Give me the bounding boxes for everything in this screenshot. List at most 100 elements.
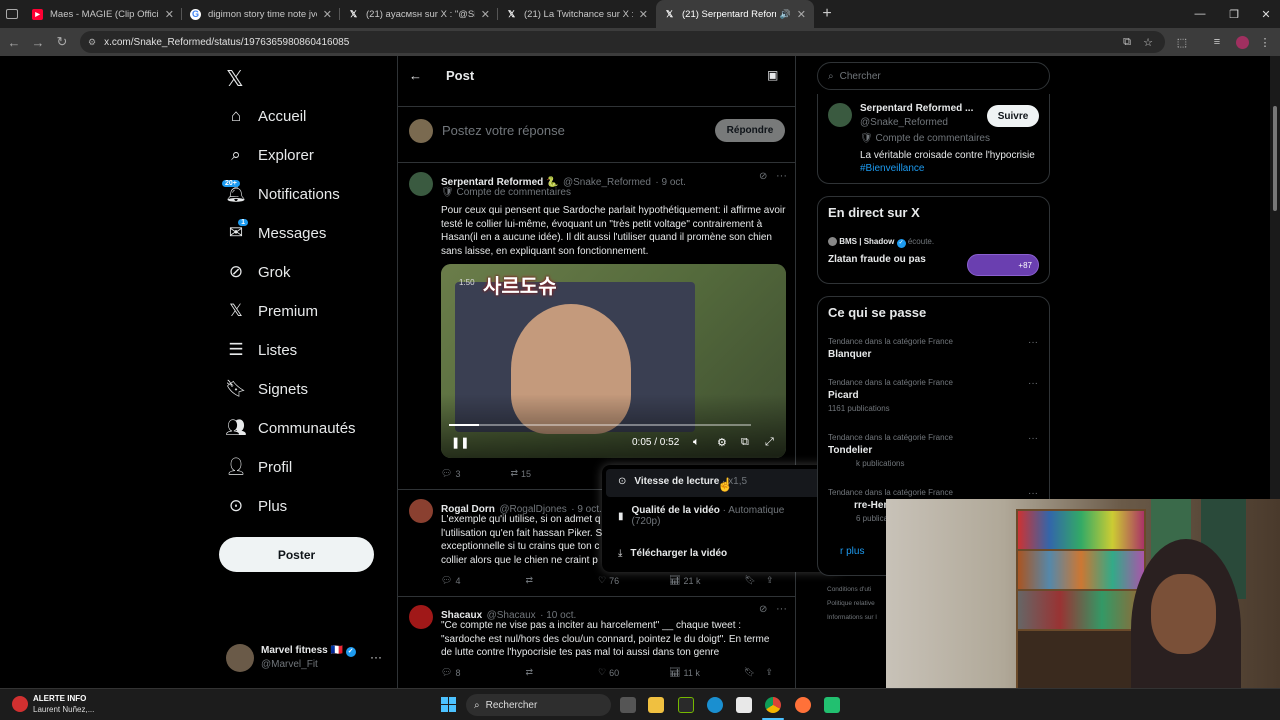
- close-tab-icon[interactable]: ✕: [165, 8, 174, 21]
- pause-icon[interactable]: ❚❚: [451, 436, 469, 449]
- taskbar-search[interactable]: ⌕ Rechercher: [466, 694, 611, 716]
- pip-icon[interactable]: ⧉: [741, 436, 749, 449]
- trend-more-icon[interactable]: ···: [1028, 378, 1038, 389]
- tab-search-icon[interactable]: [0, 0, 24, 28]
- audio-icon[interactable]: 🔊: [780, 9, 791, 20]
- nav-grok[interactable]: ⊘ Grok: [224, 257, 291, 287]
- browser-tab[interactable]: 𝕏(21) ayacмsн sur X : "@SindyO✕: [340, 0, 498, 28]
- bookmark-star-icon[interactable]: ☆: [1140, 34, 1156, 50]
- reply-input[interactable]: Postez votre réponse: [442, 123, 565, 138]
- close-window-button[interactable]: ✕: [1249, 0, 1280, 28]
- settings-icon[interactable]: ⚙: [717, 436, 727, 449]
- edge-icon[interactable]: [707, 697, 723, 713]
- tweet-avatar[interactable]: [409, 605, 433, 629]
- views-icon[interactable]: 📊︎ 11 k: [669, 667, 700, 678]
- account-menu-icon[interactable]: ···: [370, 650, 382, 664]
- nav-messages[interactable]: ✉ 1 Messages: [224, 218, 326, 248]
- news-alert-title[interactable]: ALERTE INFO: [33, 694, 86, 703]
- reply-button[interactable]: Répondre: [715, 119, 785, 142]
- nav-listes[interactable]: ☰ Listes: [224, 335, 297, 365]
- bookmark-icon[interactable]: 🔖︎: [744, 667, 755, 678]
- tweet-avatar[interactable]: [409, 172, 433, 196]
- like-icon[interactable]: ♡ 76: [598, 575, 619, 586]
- close-tab-icon[interactable]: ✕: [323, 8, 332, 21]
- site-info-icon[interactable]: ⚙: [88, 37, 96, 48]
- fullscreen-icon[interactable]: ⤢: [765, 436, 774, 449]
- windows-start-icon[interactable]: [441, 697, 457, 713]
- store-icon[interactable]: [736, 697, 752, 713]
- close-tab-icon[interactable]: ✕: [639, 8, 648, 21]
- live-topic[interactable]: Zlatan fraude ou pas: [828, 254, 926, 265]
- minimize-button[interactable]: —: [1183, 0, 1217, 28]
- account-avatar[interactable]: [226, 644, 254, 672]
- firefox-icon[interactable]: [795, 697, 811, 713]
- share-icon[interactable]: ⇪: [765, 667, 773, 678]
- browser-tab[interactable]: 𝕏(21) La Twitchance sur X : "SQU✕: [498, 0, 656, 28]
- task-view-icon[interactable]: [620, 697, 636, 713]
- app-icon[interactable]: [824, 697, 840, 713]
- footer-link[interactable]: Conditions d'uti: [827, 583, 877, 597]
- trend-more-icon[interactable]: ···: [1028, 337, 1038, 348]
- tweet-more-icon[interactable]: ···: [776, 170, 787, 182]
- install-app-icon[interactable]: ⧉: [1119, 34, 1135, 50]
- chrome-icon[interactable]: [765, 697, 781, 713]
- follow-button[interactable]: Suivre: [987, 105, 1039, 127]
- close-tab-icon[interactable]: ✕: [481, 8, 490, 21]
- url-field[interactable]: ⚙ x.com/Snake_Reformed/status/1976365980…: [80, 31, 1165, 53]
- reply-icon[interactable]: 💬︎ 3: [441, 468, 460, 479]
- browser-tab[interactable]: ▶Maes - MAGIE (Clip Officiel) - Y✕: [24, 0, 182, 28]
- tweet-handle[interactable]: @Snake_Reformed: [563, 177, 651, 188]
- nav-accueil[interactable]: ⌂ Accueil: [224, 101, 307, 131]
- back-arrow-icon[interactable]: ←: [409, 68, 422, 83]
- tweet-date[interactable]: · 9 oct.: [655, 177, 686, 188]
- reply-icon[interactable]: 💬︎ 8: [441, 667, 460, 678]
- nav-communautes[interactable]: 👥︎ Communautés: [224, 413, 355, 443]
- menu-item-video-quality[interactable]: ▮ Qualité de la vidéo · Automatique (720p): [618, 505, 838, 527]
- nav-explorer[interactable]: ⌕ Explorer: [224, 140, 314, 170]
- grok-explain-icon[interactable]: ⊘: [759, 171, 767, 182]
- reload-button[interactable]: ↻: [50, 30, 74, 54]
- repost-icon[interactable]: ⇄: [525, 667, 533, 678]
- back-button[interactable]: ←: [2, 30, 26, 54]
- x-logo[interactable]: 𝕏: [226, 66, 244, 92]
- maximize-button[interactable]: ❐: [1217, 0, 1251, 28]
- show-more-link[interactable]: r plus: [840, 546, 864, 557]
- trend-item[interactable]: Tendance dans la catégorie France Blanque…: [828, 337, 1048, 360]
- trend-item[interactable]: Tendance dans la catégorie France Tondeli…: [828, 433, 1048, 468]
- footer-link[interactable]: Politique relative: [827, 597, 877, 611]
- profile-avatar[interactable]: [828, 103, 852, 127]
- bookmark-icon[interactable]: 🔖︎: [745, 575, 756, 586]
- volume-icon[interactable]: 🔈︎: [693, 436, 700, 449]
- reply-icon[interactable]: 💬︎ 4: [441, 575, 460, 586]
- live-listeners[interactable]: +87: [967, 254, 1039, 276]
- repost-icon[interactable]: ⇄: [525, 575, 533, 586]
- trend-item[interactable]: Tendance dans la catégorie France Picard 1…: [828, 378, 1048, 413]
- reader-icon[interactable]: ▣: [767, 68, 778, 82]
- share-icon[interactable]: ⇪: [766, 575, 774, 586]
- browser-tab-active[interactable]: 𝕏(21) Serpentard Reformed🔊✕: [656, 0, 814, 28]
- news-alert-subtitle[interactable]: Laurent Nuñez,...: [33, 705, 94, 714]
- profile-avatar-icon[interactable]: [1234, 34, 1250, 50]
- extensions-icon[interactable]: ⬚: [1174, 34, 1190, 50]
- nav-plus[interactable]: ⊙ Plus: [224, 491, 287, 521]
- hashtag-link[interactable]: #Bienveillance: [860, 163, 925, 174]
- media-icon[interactable]: ≡: [1209, 34, 1225, 50]
- menu-item-download-video[interactable]: ⤓ Télécharger la vidéo: [618, 548, 727, 559]
- news-alert-icon[interactable]: [12, 696, 28, 712]
- trend-more-icon[interactable]: ···: [1028, 488, 1038, 499]
- file-explorer-icon[interactable]: [648, 697, 664, 713]
- like-icon[interactable]: ♡ 60: [598, 667, 619, 678]
- profile-name[interactable]: Serpentard Reformed ...: [860, 103, 973, 114]
- post-button[interactable]: Poster: [219, 537, 374, 572]
- nav-premium[interactable]: 𝕏 Premium: [224, 296, 318, 326]
- tweet-more-icon[interactable]: ···: [776, 603, 787, 615]
- new-tab-button[interactable]: +: [814, 0, 840, 28]
- footer-link[interactable]: Informations sur l: [827, 611, 877, 625]
- views-icon[interactable]: 📊︎ 21 k: [669, 575, 700, 586]
- nav-signets[interactable]: 🔖︎ Signets: [224, 374, 308, 404]
- forward-button[interactable]: →: [26, 30, 50, 54]
- nav-notifications[interactable]: 🔔︎ 20+ Notifications: [222, 179, 340, 209]
- nav-profil[interactable]: 👤︎ Profil: [224, 452, 292, 482]
- trend-more-icon[interactable]: ···: [1028, 433, 1038, 444]
- video-progress-track[interactable]: [449, 424, 751, 426]
